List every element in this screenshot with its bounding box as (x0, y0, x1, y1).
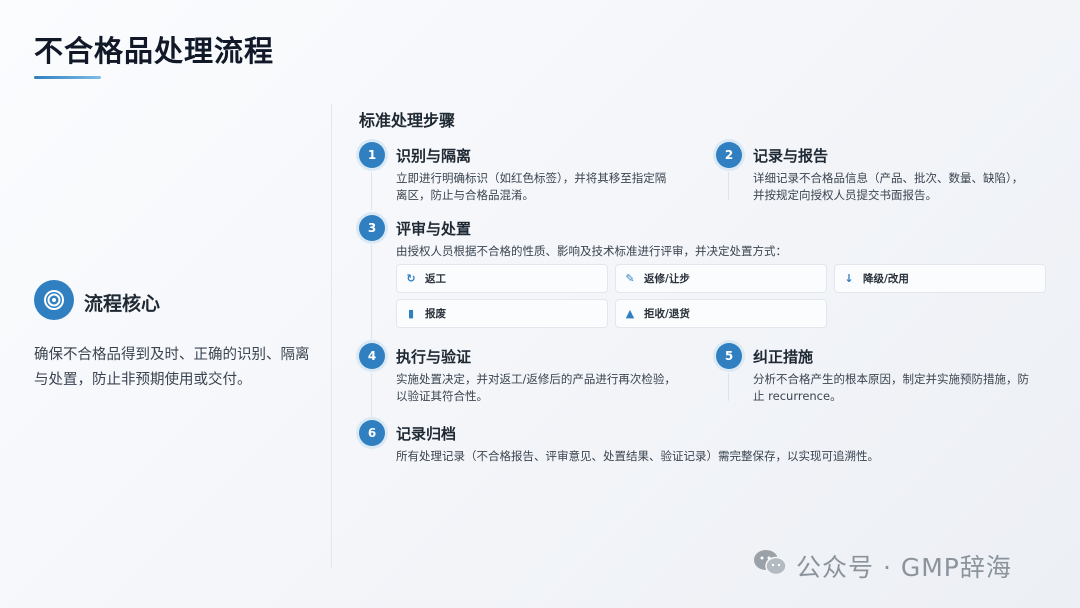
step-connector (371, 172, 372, 210)
disposition-option-reject: ▲ 拒收/退货 (615, 299, 827, 328)
step-number: 6 (359, 420, 385, 446)
step-description-line: 实施处置决定，并对返工/返修后的产品进行再次检验， (396, 372, 676, 386)
step-connector (728, 172, 729, 200)
step-6: 6 记录归档 所有处理记录（不合格报告、评审意见、处置结果、验证记录）需完整保存… (359, 420, 1059, 470)
core-description: 确保不合格品得到及时、正确的识别、隔离与处置，防止非预期使用或交付。 (34, 347, 310, 388)
disposition-option-downgrade: ↓ 降级/改用 (834, 264, 1046, 293)
step-description-line: 以验证其符合性。 (396, 389, 488, 403)
option-label: 返工 (425, 273, 446, 285)
core-title: 流程核心 (84, 293, 161, 315)
watermark: 公众号 · GMP辞海 (752, 548, 1012, 584)
step-description-line: 详细记录不合格品信息（产品、批次、数量、缺陷）， (753, 171, 1024, 185)
step-description: 所有处理记录（不合格报告、评审意见、处置结果、验证记录）需完整保存，以实现可追溯… (396, 448, 879, 465)
target-icon (34, 280, 74, 320)
step-title: 评审与处置 (396, 220, 472, 238)
scrap-icon: ▮ (407, 307, 415, 320)
step-number: 5 (716, 343, 742, 369)
step-description: 详细记录不合格品信息（产品、批次、数量、缺陷）， 并按规定向授权人员提交书面报告… (753, 170, 1023, 204)
repair-concession-icon: ✎ (625, 272, 635, 285)
step-title: 记录归档 (396, 425, 457, 443)
step-description-line: 并按规定向授权人员提交书面报告。 (753, 188, 937, 202)
step-5: 5 纠正措施 分析不合格产生的根本原因，制定并实施预防措施，防 止 recurr… (716, 343, 1056, 403)
step-description: 实施处置决定，并对返工/返修后的产品进行再次检验， 以验证其符合性。 (396, 371, 676, 405)
rework-icon: ↻ (406, 272, 416, 285)
step-connector (728, 373, 729, 401)
step-title: 执行与验证 (396, 348, 472, 366)
step-title: 纠正措施 (753, 348, 814, 366)
title-underline (34, 76, 101, 79)
step-description: 分析不合格产生的根本原因，制定并实施预防措施，防 止 recurrence。 (753, 371, 1029, 405)
disposition-option-rework: ↻ 返工 (396, 264, 608, 293)
step-description-line: 由授权人员根据不合格的性质、影响及技术标准进行评审，并决定处置方式： (396, 244, 787, 258)
option-label: 返修/让步 (644, 273, 690, 285)
reject-return-icon: ▲ (625, 307, 635, 320)
step-description: 由授权人员根据不合格的性质、影响及技术标准进行评审，并决定处置方式： (396, 243, 787, 260)
section-title: 标准处理步骤 (359, 111, 456, 130)
step-description-line: 止 recurrence。 (753, 389, 842, 403)
step-number: 4 (359, 343, 385, 369)
step-number: 1 (359, 142, 385, 168)
disposition-option-repair: ✎ 返修/让步 (615, 264, 827, 293)
step-connector (371, 245, 372, 340)
step-1: 1 识别与隔离 立即进行明确标识（如红色标签），并将其移至指定隔 离区，防止与合… (359, 142, 699, 210)
option-label: 拒收/退货 (644, 308, 690, 320)
disposition-option-scrap: ▮ 报废 (396, 299, 608, 328)
option-label: 降级/改用 (863, 273, 909, 285)
downgrade-icon: ↓ (844, 272, 854, 285)
step-description-line: 所有处理记录（不合格报告、评审意见、处置结果、验证记录）需完整保存，以实现可追溯… (396, 449, 879, 463)
step-description: 立即进行明确标识（如红色标签），并将其移至指定隔 离区，防止与合格品混淆。 (396, 170, 666, 204)
step-description-line: 分析不合格产生的根本原因，制定并实施预防措施，防 (753, 372, 1029, 386)
step-4: 4 执行与验证 实施处置决定，并对返工/返修后的产品进行再次检验， 以验证其符合… (359, 343, 699, 417)
step-2: 2 记录与报告 详细记录不合格品信息（产品、批次、数量、缺陷）， 并按规定向授权… (716, 142, 1056, 202)
watermark-text: 公众号 · GMP辞海 (796, 553, 1012, 582)
step-description-line: 离区，防止与合格品混淆。 (396, 188, 534, 202)
option-label: 报废 (425, 308, 446, 320)
wechat-icon (752, 548, 788, 584)
step-number: 2 (716, 142, 742, 168)
step-title: 识别与隔离 (396, 147, 472, 165)
step-description-line: 立即进行明确标识（如红色标签），并将其移至指定隔 (396, 171, 667, 185)
vertical-divider (331, 104, 332, 568)
page-title: 不合格品处理流程 (34, 34, 275, 68)
step-title: 记录与报告 (753, 147, 829, 165)
step-number: 3 (359, 215, 385, 241)
step-connector (371, 373, 372, 417)
